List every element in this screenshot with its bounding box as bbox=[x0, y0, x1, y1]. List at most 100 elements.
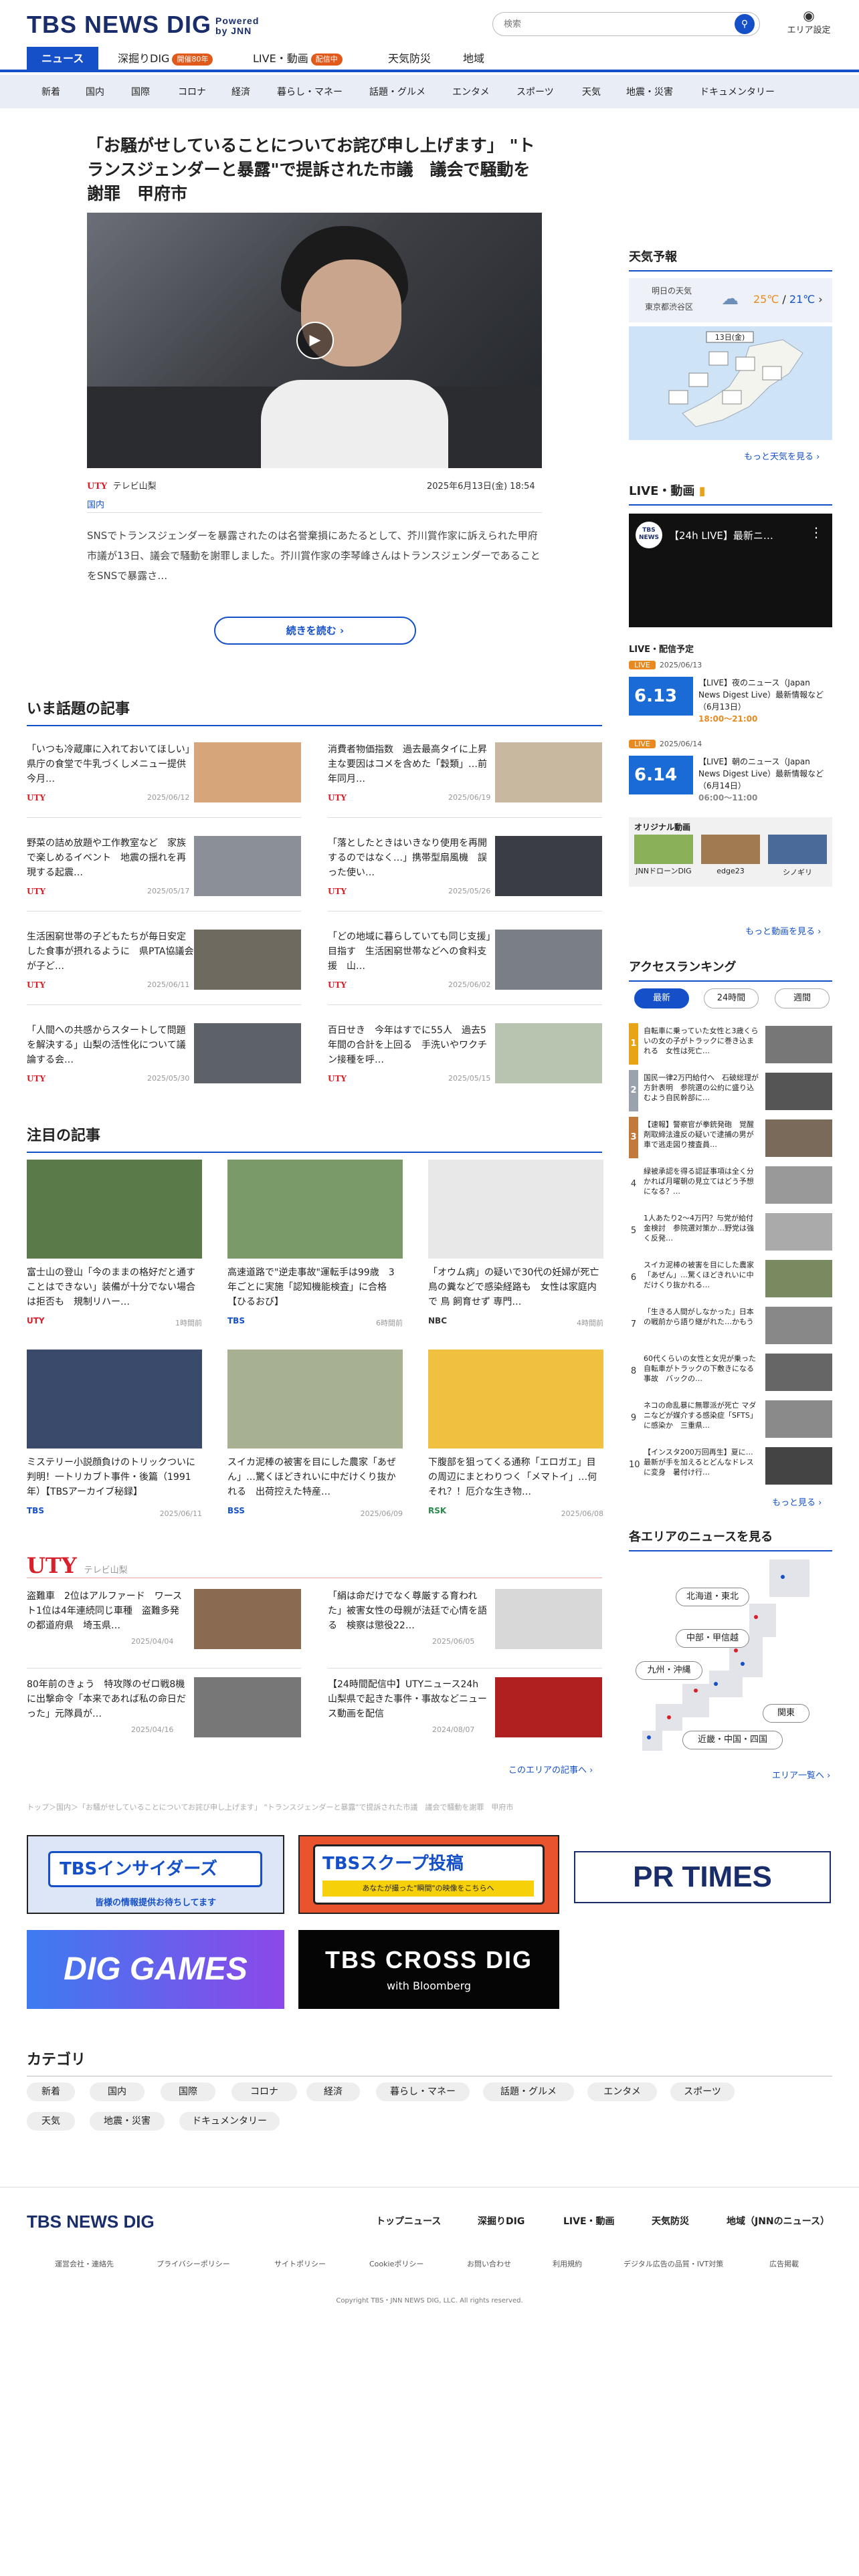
rank-tab-24h[interactable]: 24時間 bbox=[704, 988, 759, 1008]
category-chip[interactable]: 国際 bbox=[161, 2082, 215, 2101]
category-chip[interactable]: 経済 bbox=[306, 2082, 360, 2101]
live-video-player[interactable]: TBS NEWS 【24h LIVE】最新ニ… ⋮ bbox=[629, 514, 832, 627]
subnav-item[interactable]: 新着 bbox=[41, 85, 60, 98]
trending-card[interactable]: 「人間への共感からスタートして問題を解決する」山梨の活性化について議論する会… U… bbox=[27, 1023, 301, 1086]
pick-card[interactable]: 下腹部を狙ってくる通称「エロガエ」目の周辺にまとわりつく「メマトイ」…何それ？！… bbox=[428, 1350, 603, 1518]
area-kinki[interactable]: 近畿・中国・四国 bbox=[682, 1731, 783, 1749]
area-setting-button[interactable]: ◉ エリア設定 bbox=[785, 8, 832, 35]
subnav-item[interactable]: 地震・災害 bbox=[626, 85, 673, 98]
subnav-item[interactable]: スポーツ bbox=[516, 85, 554, 98]
footer-policy-link[interactable]: 広告掲載 bbox=[769, 2258, 799, 2269]
category-chip[interactable]: 暮らし・マネー bbox=[376, 2082, 470, 2101]
footer-nav-item[interactable]: 天気防災 bbox=[652, 2214, 689, 2228]
nav-news[interactable]: ニュース bbox=[27, 47, 99, 72]
pick-card[interactable]: 富士山の登山「今のままの格好だと通すことはできない」装備が十分でない場合は拒否も… bbox=[27, 1160, 202, 1328]
nav-live[interactable]: LIVE・動画 配信中 bbox=[253, 47, 343, 72]
breadcrumb[interactable]: トップ＞国内＞「お騒がせしていることについてお詫び申し上げます」 "トランスジェ… bbox=[27, 1802, 602, 1812]
nav-weather[interactable]: 天気防災 bbox=[388, 47, 431, 72]
area-hokkaido-tohoku[interactable]: 北海道・東北 bbox=[676, 1588, 749, 1606]
orig-thumb[interactable] bbox=[701, 835, 760, 864]
subnav-item[interactable]: 話題・グルメ bbox=[369, 85, 425, 98]
digames-banner[interactable]: DIG GAMES bbox=[27, 1930, 284, 2009]
pick-card[interactable]: ミステリー小説顔負けのトリックついに判明！一トリカブト事件・後篇（1991年）【… bbox=[27, 1350, 202, 1518]
lead-article-title[interactable]: 「お騒がせしていることについてお詫び申し上げます」 "トランスジェンダーと暴露"… bbox=[87, 134, 542, 206]
footer-logo[interactable]: TBS NEWS DIG bbox=[27, 2212, 155, 2232]
footer-policy-link[interactable]: デジタル広告の品質・IVT対策 bbox=[624, 2258, 723, 2269]
footer-nav-item[interactable]: 地域（JNNのニュース） bbox=[727, 2214, 830, 2228]
category-chip[interactable]: スポーツ bbox=[670, 2082, 735, 2101]
category-chip[interactable]: コロナ bbox=[231, 2082, 297, 2101]
area-chubu[interactable]: 中部・甲信越 bbox=[676, 1629, 749, 1648]
category-chip[interactable]: 新着 bbox=[27, 2082, 75, 2101]
subnav-item[interactable]: 経済 bbox=[231, 85, 250, 98]
lead-video[interactable]: ▶ bbox=[87, 213, 542, 468]
pick-card[interactable]: 高速道路で"逆走事故"運転手は99歳 3年ごとに実施「認知機能検査」に合格【ひる… bbox=[227, 1160, 403, 1328]
rank-more-link[interactable]: もっと見る › bbox=[772, 1495, 822, 1508]
ranking-item[interactable]: 6 スイカ泥棒の被害を目にした農家「あぜん」…驚くほどきれいに中だけくり抜かれる… bbox=[629, 1257, 832, 1299]
footer-policy-link[interactable]: 利用規約 bbox=[553, 2258, 582, 2269]
subnav-item[interactable]: コロナ bbox=[178, 85, 206, 98]
rank-tab-weekly[interactable]: 週間 bbox=[775, 988, 830, 1008]
pick-card[interactable]: 「オウム病」の疑いで30代の妊婦が死亡 鳥の糞などで感染経路も 女性は家庭内で … bbox=[428, 1160, 603, 1328]
subnav-item[interactable]: 国内 bbox=[86, 85, 104, 98]
read-more-button[interactable]: 続きを読む › bbox=[214, 617, 416, 645]
weather-summary[interactable]: 明日の天気 東京都渋谷区 ☁ 25℃ / 21℃ › bbox=[629, 278, 832, 322]
orig-thumb[interactable] bbox=[634, 835, 693, 864]
footer-policy-link[interactable]: プライバシーポリシー bbox=[157, 2258, 230, 2269]
ranking-item[interactable]: 2 国民一律2万円給付へ 石破総理が方針表明 参院選の公約に盛り込むよう自民幹部に… bbox=[629, 1070, 832, 1111]
ranking-item[interactable]: 7 「生きる人間がしなかった」日本の戦前から語り継がれた…かもう bbox=[629, 1304, 832, 1346]
category-chip[interactable]: 地震・災害 bbox=[90, 2112, 165, 2131]
more-vertical-icon[interactable]: ⋮ bbox=[809, 524, 823, 540]
ranking-item[interactable]: 3 【速報】警察官が拳銃発砲 覚醒剤取締法違反の疑いで逮捕の男が車で逃走図り捜査員… bbox=[629, 1117, 832, 1158]
nav-fukabori[interactable]: 深掘りDIG 開催80年 bbox=[118, 47, 213, 72]
footer-policy-link[interactable]: お問い合わせ bbox=[467, 2258, 511, 2269]
video-more-link[interactable]: もっと動画を見る › bbox=[745, 924, 821, 937]
pick-card[interactable]: スイカ泥棒の被害を目にした農家「あぜん」…驚くほどきれいに中だけくり抜かれる 出… bbox=[227, 1350, 403, 1518]
lead-category[interactable]: 国内 bbox=[87, 498, 104, 510]
subnav-item[interactable]: ドキュメンタリー bbox=[700, 85, 775, 98]
ranking-item[interactable]: 5 1人あたり2～4万円？与党が給付金検討 参院選対策か…野党は強く反発… bbox=[629, 1210, 832, 1252]
ranking-item[interactable]: 8 60代くらいの女性と女児が乗った自転車がトラックの下敷きになる事故 バックの… bbox=[629, 1351, 832, 1392]
category-chip[interactable]: 国内 bbox=[90, 2082, 145, 2101]
subnav-item[interactable]: 天気 bbox=[582, 85, 601, 98]
uty-card[interactable]: 80年前のきょう 特攻隊のゼロ戦8機に出撃命令「本来であれば私の命日だった」元隊… bbox=[27, 1677, 301, 1740]
uty-card[interactable]: 【24時間配信中】UTYニュース24h 山梨県で起きた事件・事故などニュース動画… bbox=[328, 1677, 602, 1740]
prtimes-banner[interactable]: PR TIMES bbox=[574, 1851, 831, 1903]
uty-card[interactable]: 盗難車 2位はアルファード ワースト1位は4年連続同じ車種 盗難多発の都道府県 … bbox=[27, 1589, 301, 1652]
ranking-item[interactable]: 4 緑被承認を得る認証事項は全く分かれば月曜朝の見立てはどう予想になる？… bbox=[629, 1164, 832, 1205]
trending-card[interactable]: 「どの地域に暮らしていても同じ支援」目指す 生活困窮世帯などへの食料支援 山… U… bbox=[328, 930, 602, 992]
uty-card[interactable]: 「絹は命だけでなく尊厳する育われた」被害女性の母親が法廷で心情を語る 検察は懲役… bbox=[328, 1589, 602, 1652]
area-kanto[interactable]: 関東 bbox=[763, 1704, 809, 1723]
footer-nav-item[interactable]: LIVE・動画 bbox=[563, 2214, 615, 2228]
orig-thumb[interactable] bbox=[768, 835, 827, 864]
trending-card[interactable]: 「落としたときはいきなり使用を再開するのではなく…」携帯型扇風機 誤った使い… U… bbox=[328, 836, 602, 899]
subnav-item[interactable]: エンタメ bbox=[452, 85, 490, 98]
area-more-link[interactable]: エリア一覧へ › bbox=[772, 1768, 830, 1781]
trending-card[interactable]: 野菜の詰め放題や工作教室など 家族で楽しめるイベント 地震の揺れを再現する起震…… bbox=[27, 836, 301, 899]
nav-area[interactable]: 地域 bbox=[463, 47, 484, 72]
footer-policy-link[interactable]: Cookieポリシー bbox=[369, 2258, 423, 2269]
search-icon[interactable]: ⚲ bbox=[735, 14, 755, 34]
area-kyushu[interactable]: 九州・沖縄 bbox=[636, 1661, 702, 1680]
subnav-item[interactable]: 国際 bbox=[131, 85, 150, 98]
category-chip[interactable]: ドキュメンタリー bbox=[179, 2112, 280, 2131]
subnav-item[interactable]: 暮らし・マネー bbox=[277, 85, 343, 98]
trending-card[interactable]: 生活困窮世帯の子どもたちが毎日安定した食事が摂れるように 県PTA協議会が子ど…… bbox=[27, 930, 301, 992]
play-icon[interactable]: ▶ bbox=[296, 322, 334, 359]
trending-card[interactable]: 「いつも冷蔵庫に入れておいてほしい」県庁の食堂で牛乳づくしメニュー提供 今月… U… bbox=[27, 742, 301, 805]
trending-card[interactable]: 百日せき 今年はすでに55人 過去5年間の合計を上回る 手洗いやワクチン接種を呼… bbox=[328, 1023, 602, 1086]
category-chip[interactable]: 天気 bbox=[27, 2112, 75, 2131]
footer-nav-item[interactable]: 深掘りDIG bbox=[478, 2214, 524, 2228]
schedule-item[interactable]: LIVE 2025/06/13 6.13 【LIVE】夜のニュース（Japan N… bbox=[629, 661, 832, 724]
trending-card[interactable]: 消費者物価指数 過去最高タイに上昇 主な要因はコメを含めた「穀類」…前年同月… U… bbox=[328, 742, 602, 805]
weather-more-link[interactable]: もっと天気を見る › bbox=[744, 449, 820, 462]
site-logo[interactable]: TBS NEWS DIG Powered by JNN bbox=[27, 11, 259, 39]
schedule-item[interactable]: LIVE 2025/06/14 6.14 【LIVE】朝のニュース（Japan N… bbox=[629, 740, 832, 802]
ranking-item[interactable]: 10 【インスタ200万回再生】夏に…最新が手を加えるとどんなドレスに変身 暑付け… bbox=[629, 1444, 832, 1486]
uty-more-link[interactable]: このエリアの記事へ › bbox=[508, 1763, 593, 1776]
footer-policy-link[interactable]: サイトポリシー bbox=[274, 2258, 326, 2269]
category-chip[interactable]: 話題・グルメ bbox=[483, 2082, 574, 2101]
category-chip[interactable]: エンタメ bbox=[587, 2082, 657, 2101]
ranking-item[interactable]: 9 ネコの命乱暴に無罪派が死亡 マダニなどが媒介する感染症「SFTS」に感染か 三… bbox=[629, 1398, 832, 1439]
footer-nav-item[interactable]: トップニュース bbox=[376, 2214, 441, 2228]
